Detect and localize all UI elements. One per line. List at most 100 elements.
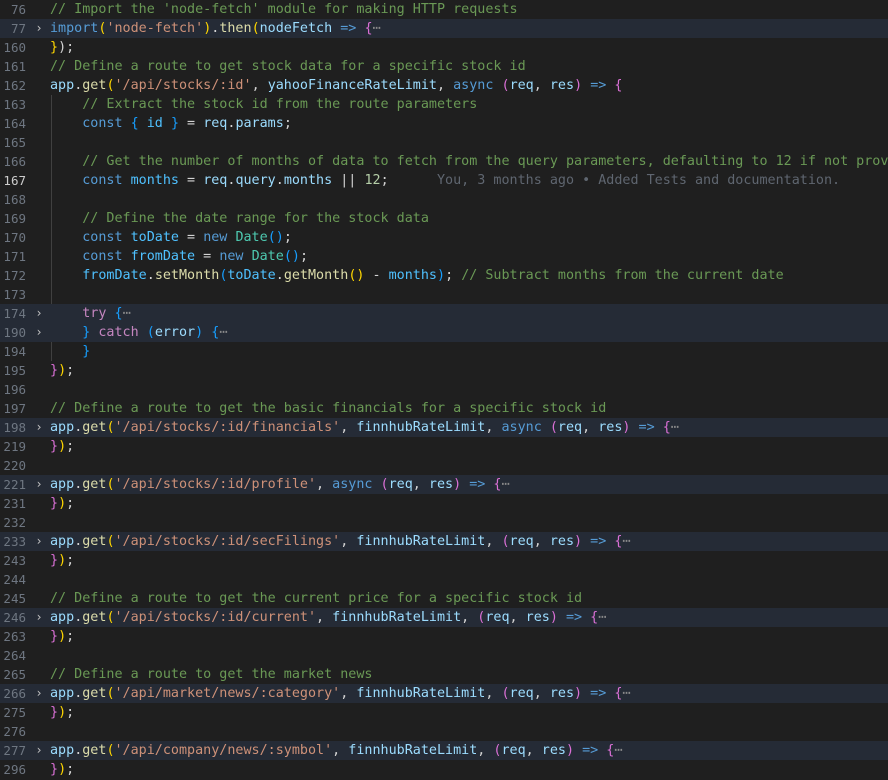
folded-code-line[interactable]: 174 › try {⋯ — [0, 304, 888, 323]
code-token: ; — [66, 363, 75, 378]
code-line[interactable]: 219}); — [0, 437, 888, 456]
code-line[interactable]: 232 — [0, 513, 888, 532]
fold-ellipsis[interactable]: ⋯ — [219, 325, 227, 340]
code-editor[interactable]: 76 // Import the 'node-fetch' module for … — [0, 0, 888, 780]
code-token: - — [364, 268, 389, 283]
code-token: yahooFinanceRateLimit — [267, 78, 437, 93]
folded-code-line[interactable]: 246 › app.get('/api/stocks/:id/current', f… — [0, 608, 888, 627]
folded-code-line[interactable]: 266 › app.get('/api/market/news/:category'… — [0, 684, 888, 703]
code-line[interactable]: 231}); — [0, 494, 888, 513]
fold-ellipsis[interactable]: ⋯ — [614, 743, 622, 758]
code-token: ( — [549, 420, 558, 435]
code-line[interactable]: 220 — [0, 456, 888, 475]
code-line[interactable]: 196 — [0, 380, 888, 399]
code-line[interactable]: 195}); — [0, 361, 888, 380]
chevron-right-icon[interactable]: › — [33, 475, 45, 494]
code-line[interactable]: 168 — [0, 190, 888, 209]
code-token: , — [340, 534, 357, 549]
code-token: ; — [66, 439, 75, 454]
folded-code-line[interactable]: 198 › app.get('/api/stocks/:id/financials'… — [0, 418, 888, 437]
code-line[interactable]: 245 // Define a route to get the current … — [0, 589, 888, 608]
folded-code-line[interactable]: 190 › } catch (error) {⋯ — [0, 323, 888, 342]
code-line[interactable]: 170 const toDate = new Date(); — [0, 228, 888, 247]
code-line[interactable]: 194 } — [0, 342, 888, 361]
code-line[interactable]: 162 app.get('/api/stocks/:id', yahooFinan… — [0, 76, 888, 95]
code-line[interactable]: 244 — [0, 570, 888, 589]
code-token: => — [590, 686, 607, 701]
fold-ellipsis[interactable]: ⋯ — [123, 306, 131, 321]
code-line[interactable]: 276 — [0, 722, 888, 741]
chevron-right-icon[interactable]: › — [33, 741, 45, 760]
code-line[interactable]: 164 const { id } = req.params; — [0, 114, 888, 133]
line-number: 277 — [3, 743, 26, 758]
folded-code-line[interactable]: 233 › app.get('/api/stocks/:id/secFilings'… — [0, 532, 888, 551]
code-line[interactable]: 265 // Define a route to get the market n… — [0, 665, 888, 684]
folded-code-line[interactable]: 277 › app.get('/api/company/news/:symbol',… — [0, 741, 888, 760]
code-token: ) — [574, 534, 583, 549]
fold-ellipsis[interactable]: ⋯ — [671, 420, 679, 435]
code-token: // Define a route to get the market news — [50, 667, 373, 682]
chevron-right-icon[interactable]: › — [33, 608, 45, 627]
line-number: 243 — [3, 553, 26, 568]
fold-ellipsis[interactable]: ⋯ — [622, 534, 630, 549]
chevron-right-icon[interactable]: › — [33, 323, 45, 342]
chevron-right-icon[interactable]: › — [33, 304, 45, 323]
line-number: 173 — [3, 287, 26, 302]
code-line[interactable]: 169 // Define the date range for the sto… — [0, 209, 888, 228]
code-text: }); — [50, 551, 888, 570]
chevron-right-icon[interactable]: › — [33, 532, 45, 551]
folded-code-line[interactable]: 221 › app.get('/api/stocks/:id/profile', a… — [0, 475, 888, 494]
code-text: // Define a route to get the current pri… — [50, 589, 888, 608]
code-token: ) — [565, 743, 575, 758]
line-number: 265 — [3, 667, 26, 682]
code-token: res — [541, 743, 566, 758]
code-token: ) — [58, 762, 67, 777]
line-number: 231 — [3, 496, 26, 511]
code-line[interactable]: 197 // Define a route to get the basic fi… — [0, 399, 888, 418]
code-line[interactable]: 171 const fromDate = new Date(); — [0, 247, 888, 266]
folded-code-line[interactable]: 77 › import('node-fetch').then(nodeFetch =… — [0, 19, 888, 38]
code-line[interactable]: 173 — [0, 285, 888, 304]
code-line[interactable]: 160}); — [0, 38, 888, 57]
fold-ellipsis[interactable]: ⋯ — [501, 477, 509, 492]
code-text: app.get('/api/company/news/:symbol', fin… — [50, 741, 888, 760]
code-token: } — [50, 629, 59, 644]
chevron-right-icon[interactable]: › — [33, 418, 45, 437]
code-line[interactable]: 263}); — [0, 627, 888, 646]
code-token: get — [82, 420, 107, 435]
code-line[interactable]: 76 // Import the 'node-fetch' module for … — [0, 0, 888, 19]
code-token: , — [461, 610, 478, 625]
code-line[interactable]: 165 — [0, 133, 888, 152]
code-token: get — [82, 477, 107, 492]
code-token: app — [50, 534, 75, 549]
code-line[interactable]: 296}); — [0, 760, 888, 779]
fold-ellipsis[interactable]: ⋯ — [622, 686, 630, 701]
code-token: get — [82, 78, 107, 93]
code-text: app.get('/api/stocks/:id', yahooFinanceR… — [50, 76, 888, 95]
code-line[interactable]: 264 — [0, 646, 888, 665]
code-token: // Subtract months from the current date — [461, 268, 784, 283]
line-number: 264 — [3, 648, 26, 663]
code-token: finnhubRateLimit — [348, 743, 478, 758]
code-line[interactable]: 163 // Extract the stock id from the rou… — [0, 95, 888, 114]
fold-ellipsis[interactable]: ⋯ — [373, 21, 381, 36]
code-text: }); — [50, 494, 888, 513]
code-token: const — [82, 173, 123, 188]
code-token: , — [316, 610, 333, 625]
code-line[interactable]: 166 // Get the number of months of data … — [0, 152, 888, 171]
chevron-right-icon[interactable]: › — [33, 684, 45, 703]
chevron-right-icon[interactable]: › — [33, 19, 45, 38]
code-line[interactable]: 275}); — [0, 703, 888, 722]
fold-ellipsis[interactable]: ⋯ — [598, 610, 606, 625]
code-line[interactable]: 161 // Define a route to get stock data f… — [0, 57, 888, 76]
code-token: { — [114, 306, 123, 321]
code-token: app — [50, 686, 75, 701]
code-line[interactable]: 243}); — [0, 551, 888, 570]
code-text: const fromDate = new Date(); — [50, 247, 888, 266]
code-line[interactable]: 172 fromDate.setMonth(toDate.getMonth() … — [0, 266, 888, 285]
code-line[interactable]: 167 const months = req.query.months || 1… — [0, 171, 888, 190]
